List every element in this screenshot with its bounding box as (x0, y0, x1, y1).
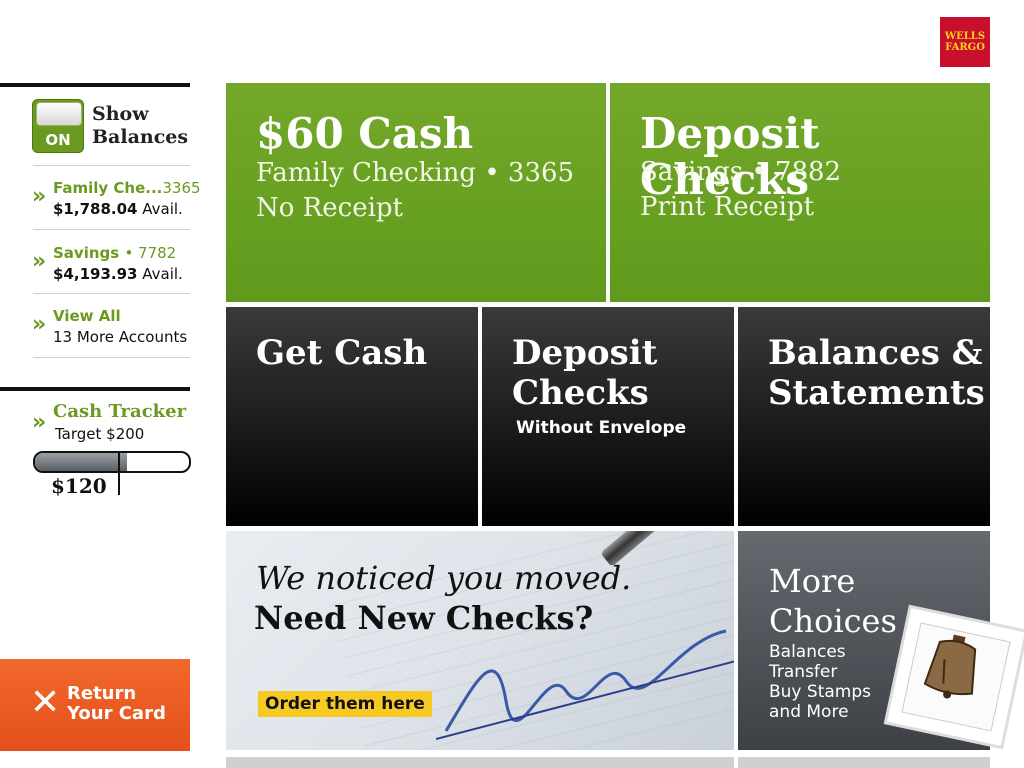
more-choices-title-line1: More (769, 562, 856, 600)
view-all-sub: 13 More Accounts (53, 328, 188, 346)
more-choices-title-line2: Choices (769, 602, 897, 640)
chevron-right-icon: » (32, 249, 47, 274)
more-choices-item: and More (769, 702, 849, 722)
toggle-label: Show Balances (92, 103, 188, 149)
account-balance-line: $1,788.04 Avail. (53, 200, 183, 218)
account-balance: $4,193.93 (53, 265, 138, 283)
balances-title-line1: Balances & (768, 333, 983, 373)
sidebar-top-divider (0, 83, 190, 87)
ad-subheadline: Need New Checks? (254, 599, 594, 637)
chevron-right-icon: » (32, 312, 47, 337)
progress-fill (35, 453, 128, 471)
fast-cash-title: $60 Cash (256, 109, 474, 158)
logo-text-2: FARGO (945, 42, 985, 53)
toggle-label-line2: Balances (92, 126, 189, 148)
account-number: • 7782 (124, 244, 177, 262)
fast-cash-account: Family Checking • 3365 (256, 158, 575, 188)
account-balance: $1,788.04 (53, 200, 138, 218)
more-choices-tile[interactable]: More Choices Balances Transfer Buy Stamp… (738, 531, 1024, 750)
account-name: Savings (53, 244, 120, 262)
deposit-checks-tile[interactable]: Deposit Checks Without Envelope (482, 307, 734, 526)
sidebar-divider (33, 165, 190, 166)
return-card-button[interactable]: ✕ Return Your Card (0, 659, 190, 751)
stamp-face (901, 622, 1011, 732)
sidebar-divider (33, 229, 190, 230)
more-choices-item: Balances (769, 642, 846, 662)
signature-scribble (436, 629, 734, 740)
wells-fargo-logo: WELLS FARGO (940, 17, 990, 67)
more-choices-item: Transfer (769, 662, 838, 682)
toggle-switch[interactable]: ON (32, 99, 84, 153)
deposit-checks-sub: Without Envelope (516, 418, 687, 438)
account-name-line: Savings • 7782 (53, 244, 176, 262)
progress-marker (118, 453, 120, 495)
bottom-tile-edge (226, 757, 734, 768)
return-card-line2: Your Card (67, 703, 166, 724)
chevron-right-icon: » (32, 184, 47, 209)
logo-text-1: WELLS (944, 31, 986, 42)
account-avail: Avail. (142, 265, 183, 283)
cash-tracker-target: Target $200 (55, 425, 145, 443)
sidebar-section-divider (0, 387, 190, 391)
liberty-bell-stamp-icon (887, 608, 1024, 746)
deposit-checks-title-line2: Checks (512, 373, 649, 413)
more-choices-item: Buy Stamps (769, 682, 871, 702)
cash-tracker-value: $120 (51, 474, 107, 498)
account-name-line: Family Che...3365 (53, 179, 201, 197)
fast-cash-tile[interactable]: $60 Cash Family Checking • 3365 No Recei… (226, 83, 606, 302)
account-balance-line: $4,193.93 Avail. (53, 265, 183, 283)
toggle-state: ON (45, 131, 71, 149)
bottom-tile-edge (738, 757, 990, 768)
new-checks-ad-tile[interactable]: We noticed you moved. Need New Checks? O… (226, 531, 734, 750)
cash-tracker-title: Cash Tracker (53, 401, 187, 422)
fast-cash-receipt: No Receipt (256, 193, 403, 223)
account-avail: Avail. (142, 200, 183, 218)
fast-deposit-tile[interactable]: Deposit Checks Savings • 7882 Print Rece… (610, 83, 990, 302)
close-icon: ✕ (30, 682, 61, 723)
return-card-line1: Return (67, 683, 137, 704)
sidebar-divider (33, 357, 190, 358)
deposit-checks-title-line1: Deposit (512, 333, 658, 373)
more-choices-list: Balances Transfer Buy Stamps and More (769, 642, 871, 722)
view-all-accounts[interactable]: » View All 13 More Accounts (32, 306, 192, 352)
show-balances-toggle[interactable]: ON Show Balances (32, 99, 190, 155)
bell-icon (923, 634, 977, 699)
fast-deposit-receipt: Print Receipt (640, 192, 815, 222)
get-cash-tile[interactable]: Get Cash (226, 307, 478, 526)
more-choices-title: More Choices (769, 561, 897, 641)
view-all-label: View All (53, 307, 121, 325)
sidebar-divider (33, 293, 190, 294)
toggle-knob (36, 102, 82, 126)
return-card-label: Return Your Card (67, 684, 166, 724)
account-item-checking[interactable]: » Family Che...3365 $1,788.04 Avail. (32, 178, 201, 224)
toggle-label-line1: Show (92, 103, 149, 125)
account-number: 3365 (162, 179, 201, 197)
account-name: Family Che... (53, 179, 163, 197)
fast-deposit-account: Savings • 7882 (640, 157, 842, 187)
get-cash-title: Get Cash (256, 333, 428, 373)
balances-title-line2: Statements (768, 373, 985, 413)
balances-statements-tile[interactable]: Balances & Statements (738, 307, 990, 526)
chevron-right-icon: » (32, 410, 47, 435)
cash-tracker-progress-bar (33, 451, 191, 473)
ad-headline: We noticed you moved. (256, 559, 632, 597)
account-item-savings[interactable]: » Savings • 7782 $4,193.93 Avail. (32, 243, 192, 289)
order-checks-button[interactable]: Order them here (258, 691, 432, 717)
